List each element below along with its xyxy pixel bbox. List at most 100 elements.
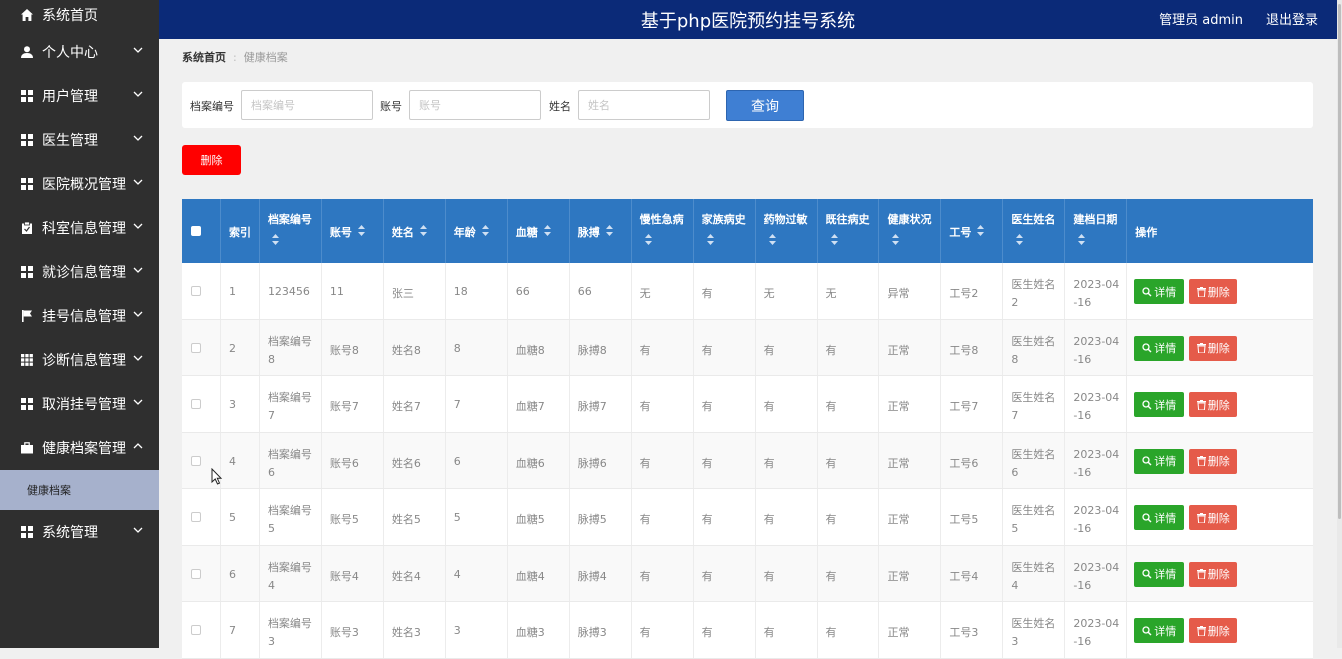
name-input[interactable] — [578, 90, 710, 120]
header-drug-allergy[interactable]: 药物过敏 — [756, 199, 818, 263]
sort-icon[interactable] — [271, 234, 279, 245]
cell-value: 姓名4 — [391, 569, 421, 583]
cell-history: 有 — [818, 319, 880, 375]
scrollbar-thumb[interactable] — [1338, 4, 1341, 519]
sort-icon[interactable] — [357, 225, 365, 236]
logout-link[interactable]: 退出登录 — [1266, 9, 1318, 28]
cell-value: 姓名5 — [391, 513, 421, 526]
row-checkbox[interactable] — [191, 512, 201, 522]
sidebar-item-personal-center[interactable]: 个人中心 — [0, 30, 159, 74]
header-name[interactable]: 姓名 — [384, 199, 446, 263]
account-input[interactable] — [409, 90, 541, 120]
select-all-checkbox[interactable] — [191, 226, 201, 236]
query-button[interactable]: 查询 — [726, 90, 804, 121]
detail-button[interactable]: 详情 — [1134, 505, 1185, 530]
sidebar-item-visit-info[interactable]: 就诊信息管理 — [0, 250, 159, 294]
header-created-date[interactable]: 建档日期 — [1065, 199, 1128, 263]
cell-allergy: 有 — [756, 319, 818, 375]
cell-value: 有 — [639, 456, 651, 470]
header-account[interactable]: 账号 — [322, 199, 384, 263]
cell-value: 2023-04 -16 — [1073, 391, 1120, 422]
sort-icon[interactable] — [644, 234, 652, 245]
cell-doctor: 医生姓名 3 — [1003, 602, 1066, 658]
cell-archive-no: 档案编号 3 — [260, 602, 322, 658]
sort-icon[interactable] — [830, 234, 838, 245]
sidebar-item-registration-info[interactable]: 挂号信息管理 — [0, 294, 159, 338]
cell-value: 账号6 — [329, 456, 359, 470]
sort-icon[interactable] — [543, 225, 551, 236]
sidebar-item-system-management[interactable]: 系统管理 — [0, 510, 159, 554]
sort-icon[interactable] — [768, 234, 776, 245]
cell-value: 账号3 — [329, 626, 359, 639]
sidebar-item-home[interactable]: 系统首页 — [0, 0, 159, 30]
cell-value: 2023-04 -16 — [1073, 447, 1120, 479]
delete-button[interactable]: 删除 — [1189, 505, 1238, 530]
header-chronic[interactable]: 慢性急病 — [632, 199, 694, 263]
cell-value: 有 — [763, 400, 775, 413]
cell-value: 医生姓名 3 — [1011, 617, 1056, 648]
cell-allergy: 有 — [756, 376, 818, 432]
sort-icon[interactable] — [977, 225, 985, 236]
header-blood-sugar[interactable]: 血糖 — [508, 199, 570, 263]
sort-icon[interactable] — [892, 234, 900, 245]
archive-no-input[interactable] — [241, 90, 373, 120]
cell-value: 8 — [453, 341, 461, 355]
cell-idx: 4 — [221, 432, 260, 488]
header-doctor-name[interactable]: 医生姓名 — [1003, 199, 1066, 263]
breadcrumb-home[interactable]: 系统首页 — [182, 51, 226, 64]
cell-value: 2 — [228, 341, 236, 355]
detail-button[interactable]: 详情 — [1134, 335, 1185, 361]
cell-value: 异常 — [887, 287, 910, 300]
detail-button-label: 详情 — [1154, 285, 1177, 299]
delete-button-label: 删除 — [1207, 285, 1230, 299]
sidebar-item-department-info[interactable]: 科室信息管理 — [0, 206, 159, 250]
sidebar-item-cancel-registration[interactable]: 取消挂号管理 — [0, 382, 159, 426]
sort-icon[interactable] — [706, 234, 714, 245]
detail-button[interactable]: 详情 — [1134, 392, 1185, 417]
cell-value: 1 — [228, 285, 236, 298]
delete-button[interactable]: 删除 — [1189, 392, 1238, 417]
row-checkbox[interactable] — [191, 399, 201, 409]
detail-button[interactable]: 详情 — [1134, 279, 1185, 304]
header-past-history[interactable]: 既往病史 — [818, 199, 880, 263]
sidebar-subitem-health-record[interactable]: 健康档案 — [0, 470, 159, 510]
sort-icon[interactable] — [419, 225, 427, 236]
delete-button[interactable]: 删除 — [1189, 335, 1238, 361]
cell-value: 账号7 — [329, 400, 359, 413]
sidebar-item-label: 医生管理 — [42, 133, 98, 149]
sidebar-item-user-management[interactable]: 用户管理 — [0, 74, 159, 118]
sort-icon[interactable] — [1016, 234, 1024, 245]
header-health-status[interactable]: 健康状况 — [879, 199, 942, 263]
detail-button[interactable]: 详情 — [1134, 561, 1185, 587]
sidebar-item-doctor-management[interactable]: 医生管理 — [0, 118, 159, 162]
delete-button-label: 删除 — [1207, 398, 1230, 412]
header-pulse[interactable]: 脉搏 — [570, 199, 632, 263]
delete-button[interactable]: 删除 — [1189, 561, 1238, 587]
search-icon — [1142, 286, 1152, 296]
delete-button[interactable]: 删除 — [1189, 448, 1238, 474]
detail-button[interactable]: 详情 — [1134, 618, 1185, 643]
row-checkbox[interactable] — [191, 568, 201, 579]
row-checkbox[interactable] — [191, 342, 201, 353]
sidebar-item-hospital-overview[interactable]: 医院概况管理 — [0, 162, 159, 206]
batch-delete-button[interactable]: 删除 — [182, 145, 241, 175]
detail-button[interactable]: 详情 — [1134, 448, 1185, 474]
sort-icon[interactable] — [1078, 234, 1086, 245]
header-work-no[interactable]: 工号 — [941, 199, 1004, 263]
sidebar-item-diagnosis-info[interactable]: 诊断信息管理 — [0, 338, 159, 382]
delete-button[interactable]: 删除 — [1189, 618, 1238, 643]
header-family-history[interactable]: 家族病史 — [694, 199, 756, 263]
row-checkbox[interactable] — [191, 286, 201, 296]
sort-icon[interactable] — [605, 225, 613, 236]
delete-button[interactable]: 删除 — [1189, 279, 1238, 304]
cell-value: 脉搏5 — [577, 513, 607, 526]
row-checkbox[interactable] — [191, 455, 201, 466]
header-age[interactable]: 年龄 — [446, 199, 508, 263]
header-archive-no[interactable]: 档案编号 — [260, 199, 322, 263]
cell-work-no: 工号4 — [941, 545, 1004, 601]
sidebar-item-health-records[interactable]: 健康档案管理 — [0, 426, 159, 470]
sort-icon[interactable] — [481, 225, 489, 236]
cell-value: 2023-04 -16 — [1073, 334, 1120, 366]
row-checkbox[interactable] — [191, 625, 201, 635]
cell-health: 正常 — [879, 489, 942, 545]
